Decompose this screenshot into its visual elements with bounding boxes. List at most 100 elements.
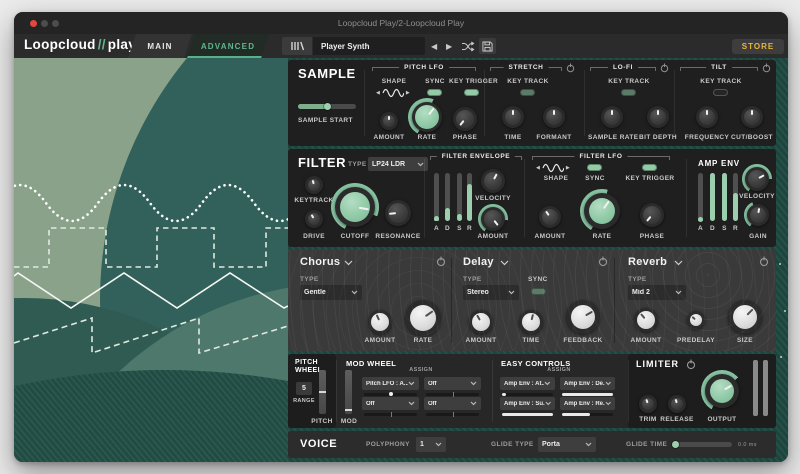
preset-save-button[interactable] xyxy=(479,38,496,54)
lofi-power-icon[interactable] xyxy=(660,63,669,73)
shape-prev-icon[interactable]: ◀ xyxy=(536,165,540,171)
easy-slot1-dropdown[interactable]: Amp Env : At... xyxy=(500,377,555,390)
mod-slot4-amount-slider[interactable] xyxy=(426,413,479,416)
tilt-frequency-knob[interactable] xyxy=(696,106,718,128)
preset-next-button[interactable]: ▶ xyxy=(446,42,452,51)
mod-slot1-dropdown[interactable]: Pitch LFO : A... xyxy=(362,377,419,390)
reverb-size-knob[interactable] xyxy=(728,300,762,334)
limiter-output-knob[interactable] xyxy=(705,374,739,408)
reverb-power-icon[interactable] xyxy=(759,256,769,267)
stretch-key-track-toggle[interactable] xyxy=(520,89,535,96)
pitch-wheel[interactable] xyxy=(319,370,326,414)
easy-slot3-slider[interactable] xyxy=(502,413,553,416)
amp-env-attack-slider[interactable] xyxy=(698,173,703,221)
shape-next-icon[interactable]: ▶ xyxy=(566,165,570,171)
pitch-range-value[interactable]: 5 xyxy=(296,382,312,395)
chorus-amount-knob[interactable] xyxy=(368,310,392,334)
lofi-bit-depth-knob[interactable] xyxy=(647,106,669,128)
stretch-formant-knob[interactable] xyxy=(543,106,565,128)
filter-keytrack-knob[interactable] xyxy=(305,176,323,194)
easy-slot1-slider[interactable] xyxy=(502,393,553,396)
chorus-rate-knob[interactable] xyxy=(405,300,441,336)
mod-slot3-dropdown[interactable]: Off xyxy=(362,397,419,410)
mod-slot2-amount-slider[interactable] xyxy=(426,393,479,396)
filter-env-decay-slider[interactable] xyxy=(445,173,450,221)
preset-field[interactable]: Player Synth xyxy=(313,37,425,55)
sample-start-slider[interactable] xyxy=(298,104,356,109)
pitch-lfo-phase-knob[interactable] xyxy=(453,107,477,131)
limiter-power-icon[interactable] xyxy=(686,359,696,370)
tilt-cutboost-knob[interactable] xyxy=(741,106,763,128)
filter-env-attack-slider[interactable] xyxy=(434,173,439,221)
filter-lfo-rate-knob[interactable] xyxy=(584,193,620,229)
pitch-lfo-sync-toggle[interactable] xyxy=(427,89,442,96)
glide-time-value: 0.0 ms xyxy=(738,442,757,448)
polyphony-dropdown[interactable]: 1 xyxy=(416,437,446,452)
easy-slot2-slider[interactable] xyxy=(562,393,613,396)
reverb-predelay-knob[interactable] xyxy=(687,311,705,329)
delay-sync-toggle[interactable] xyxy=(531,288,546,295)
pitch-lfo-key-trigger-toggle[interactable] xyxy=(464,89,479,96)
amp-env-sustain-slider[interactable] xyxy=(722,173,727,221)
preset-prev-button[interactable]: ◀ xyxy=(431,42,437,51)
pitch-lfo-rate-knob[interactable] xyxy=(412,102,442,132)
filter-env-sustain-slider[interactable] xyxy=(457,173,462,221)
filter-type-dropdown[interactable]: LP24 LDR xyxy=(368,157,428,171)
tilt-power-icon[interactable] xyxy=(762,63,771,73)
glide-time-slider[interactable] xyxy=(672,442,732,447)
stretch-power-icon[interactable] xyxy=(566,63,575,73)
limiter-release-knob[interactable] xyxy=(668,395,686,413)
tilt-key-track-toggle[interactable] xyxy=(713,89,728,96)
mod-slot2-dropdown[interactable]: Off xyxy=(424,377,481,390)
chorus-power-icon[interactable] xyxy=(436,256,446,267)
pitch-lfo-amount-knob[interactable] xyxy=(380,112,398,130)
shape-next-icon[interactable]: ▶ xyxy=(406,90,410,96)
filter-drive-knob[interactable] xyxy=(305,210,323,228)
mod-slot4-dropdown[interactable]: Off xyxy=(424,397,481,410)
filter-lfo-shape-selector[interactable]: ◀ ▶ xyxy=(536,162,576,173)
easy-slot4-dropdown[interactable]: Amp Env : Re... xyxy=(560,397,615,410)
delay-chevron-icon[interactable] xyxy=(500,260,509,266)
mod-slot1-amount-slider[interactable] xyxy=(364,393,417,396)
shape-prev-icon[interactable]: ◀ xyxy=(376,90,380,96)
easy-slot2-dropdown[interactable]: Amp Env : De... xyxy=(560,377,615,390)
delay-time-knob[interactable] xyxy=(519,310,543,334)
tab-advanced-label[interactable]: ADVANCED xyxy=(191,42,265,51)
limiter-trim-knob[interactable] xyxy=(639,395,657,413)
easy-slot4-slider[interactable] xyxy=(562,413,613,416)
amp-env-velocity-knob[interactable] xyxy=(745,167,769,191)
lofi-key-track-toggle[interactable] xyxy=(621,89,636,96)
filter-env-amount-knob[interactable] xyxy=(481,207,505,231)
delay-power-icon[interactable] xyxy=(598,256,608,267)
reverb-type-dropdown[interactable]: Mid 2 xyxy=(628,285,686,300)
mod-wheel[interactable] xyxy=(345,370,352,414)
amp-env-decay-slider[interactable] xyxy=(710,173,715,221)
filter-resonance-knob[interactable] xyxy=(385,200,411,226)
glide-type-dropdown[interactable]: Porta xyxy=(538,437,596,452)
filter-lfo-key-trigger-toggle[interactable] xyxy=(642,164,657,171)
delay-feedback-knob[interactable] xyxy=(566,300,600,334)
tab-main-label[interactable]: MAIN xyxy=(132,42,188,51)
lofi-sample-rate-knob[interactable] xyxy=(601,106,623,128)
filter-lfo-sync-toggle[interactable] xyxy=(587,164,602,171)
chorus-chevron-icon[interactable] xyxy=(344,260,353,266)
delay-type-dropdown[interactable]: Stereo xyxy=(463,285,519,300)
amp-env-gain-knob[interactable] xyxy=(747,204,769,226)
filter-env-velocity-knob[interactable] xyxy=(481,169,505,193)
store-button[interactable]: STORE xyxy=(732,39,784,54)
filter-cutoff-knob[interactable] xyxy=(335,187,375,227)
sine-shape-icon xyxy=(542,163,564,173)
delay-amount-knob[interactable] xyxy=(469,310,493,334)
easy-slot3-dropdown[interactable]: Amp Env : Su... xyxy=(500,397,555,410)
stretch-time-knob[interactable] xyxy=(502,106,524,128)
chorus-type-dropdown[interactable]: Gentle xyxy=(300,285,362,300)
reverb-amount-knob[interactable] xyxy=(634,308,658,332)
lfo-shape-selector[interactable]: ◀ ▶ xyxy=(376,87,416,98)
chevron-down-icon xyxy=(470,381,477,386)
mod-slot3-amount-slider[interactable] xyxy=(364,413,417,416)
filter-lfo-phase-knob[interactable] xyxy=(640,203,664,227)
reverb-chevron-icon[interactable] xyxy=(674,260,683,266)
preset-browse-button[interactable] xyxy=(282,37,312,55)
filter-lfo-amount-knob[interactable] xyxy=(539,206,561,228)
preset-shuffle-icon[interactable] xyxy=(461,41,475,52)
